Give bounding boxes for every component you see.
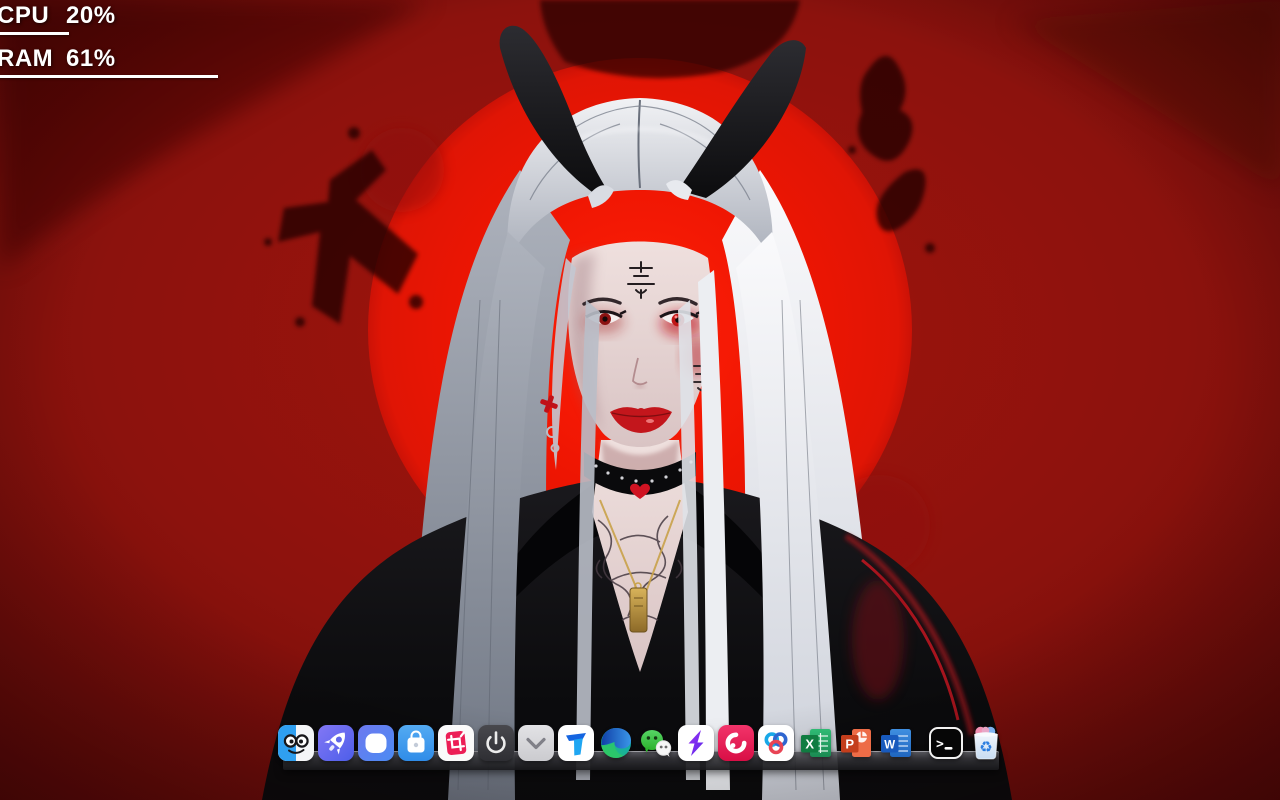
wechat-icon bbox=[637, 724, 675, 762]
edge-icon bbox=[597, 724, 635, 762]
svg-text:X: X bbox=[805, 737, 814, 752]
wallpaper-art bbox=[0, 0, 1280, 800]
svg-text:>: > bbox=[936, 737, 944, 752]
dock-item-terminal[interactable]: > bbox=[927, 724, 965, 762]
dock-item-powerpoint[interactable]: P bbox=[837, 724, 875, 762]
ram-value: 61% bbox=[66, 45, 116, 73]
dock-item-power[interactable] bbox=[477, 724, 515, 762]
dock-item-trash[interactable]: ♻ bbox=[967, 724, 1005, 762]
dock-item-hide-panel[interactable] bbox=[517, 724, 555, 762]
svg-text:W: W bbox=[884, 740, 895, 752]
system-monitor: CPU 20% RAM 61% bbox=[0, 2, 359, 88]
dock-item-purple-bolt[interactable] bbox=[677, 724, 715, 762]
chevron-down-icon bbox=[517, 724, 555, 762]
excel-icon: X bbox=[797, 724, 835, 762]
lightning-arrows-icon bbox=[677, 724, 715, 762]
ram-usage-bar bbox=[0, 75, 218, 78]
rocket-icon bbox=[317, 724, 355, 762]
power-icon bbox=[477, 724, 515, 762]
word-icon: W bbox=[877, 724, 915, 762]
cpu-value: 20% bbox=[66, 2, 116, 30]
svg-text:P: P bbox=[845, 737, 854, 752]
dock-item-word[interactable]: W bbox=[877, 724, 915, 762]
dock-item-todesk[interactable] bbox=[557, 724, 595, 762]
cpu-usage-bar bbox=[0, 32, 69, 35]
dock-item-edge[interactable] bbox=[597, 724, 635, 762]
terminal-icon: > bbox=[927, 724, 965, 762]
cpu-row: CPU 20% bbox=[0, 2, 359, 35]
dock-items: X P bbox=[283, 724, 999, 762]
dock-item-baidu-netdisk[interactable] bbox=[757, 724, 795, 762]
powerpoint-icon: P bbox=[837, 724, 875, 762]
dock-item-app-store[interactable] bbox=[397, 724, 435, 762]
recycle-bin-icon: ♻ bbox=[967, 724, 1005, 762]
todesk-icon bbox=[557, 724, 595, 762]
desktop: CPU 20% RAM 61% bbox=[0, 0, 1280, 800]
crop-icon bbox=[437, 724, 475, 762]
dock-item-wechat[interactable] bbox=[637, 724, 675, 762]
dock-item-rocket-launcher[interactable] bbox=[317, 724, 355, 762]
dock-item-excel[interactable]: X bbox=[797, 724, 835, 762]
cpu-label: CPU bbox=[0, 2, 66, 30]
ram-row: RAM 61% bbox=[0, 45, 359, 78]
dock: X P bbox=[283, 722, 999, 770]
svg-text:♻: ♻ bbox=[979, 738, 992, 756]
dock-item-ishot[interactable] bbox=[437, 724, 475, 762]
dock-item-pink-swirl[interactable] bbox=[717, 724, 755, 762]
swirl-icon bbox=[717, 724, 755, 762]
interlocked-rings-icon bbox=[757, 724, 795, 762]
dock-item-blue-box-app[interactable] bbox=[357, 724, 395, 762]
utools-icon bbox=[277, 724, 315, 762]
blue-box-icon bbox=[357, 724, 395, 762]
ram-label: RAM bbox=[0, 45, 66, 73]
app-store-bag-icon bbox=[397, 724, 435, 762]
dock-item-utools[interactable] bbox=[277, 724, 315, 762]
